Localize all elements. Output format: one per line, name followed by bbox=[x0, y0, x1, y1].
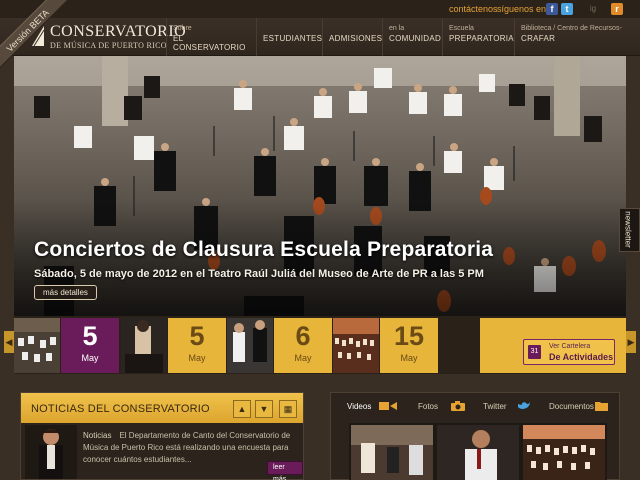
event-day: 5 bbox=[82, 321, 98, 351]
event-thumbnail[interactable] bbox=[14, 318, 60, 373]
nav-pre-label bbox=[263, 25, 322, 34]
event-month: May bbox=[188, 353, 206, 363]
nav-item-conservatorio[interactable]: Sobre EL CONSERVATORIO bbox=[166, 18, 254, 56]
tab-documentos[interactable]: Documentos bbox=[549, 402, 594, 411]
event-day: 6 bbox=[295, 321, 311, 351]
follow-label: síguenos en: bbox=[497, 4, 549, 14]
event-date-card[interactable]: 15 May bbox=[380, 318, 438, 373]
event-day: 15 bbox=[393, 321, 425, 351]
nav-pre-label: Escuela bbox=[449, 25, 474, 32]
news-title: NOTICIAS DEL CONSERVATORIO bbox=[31, 403, 210, 415]
rss-icon[interactable]: r bbox=[611, 3, 623, 15]
newsletter-label: newsletter bbox=[623, 211, 633, 248]
contact-link[interactable]: contáctenos bbox=[449, 4, 498, 14]
video-thumbnail[interactable] bbox=[351, 425, 433, 480]
next-arrow-icon[interactable]: ▶ bbox=[626, 331, 636, 353]
video-thumbnail[interactable] bbox=[523, 425, 605, 480]
nav-item-estudiantes[interactable]: ESTUDIANTES bbox=[256, 18, 322, 56]
event-thumbnail[interactable] bbox=[227, 318, 273, 373]
calendar-icon: 31 bbox=[528, 345, 541, 359]
nav-pre-label: Biblioteca / Centro de Recursos- bbox=[521, 25, 622, 32]
hero-title[interactable]: Conciertos de Clausura Escuela Preparato… bbox=[34, 238, 493, 262]
hero-subtitle: Sábado, 5 de mayo de 2012 en el Teatro R… bbox=[34, 268, 484, 280]
folder-icon bbox=[595, 402, 608, 411]
camera-icon bbox=[451, 401, 465, 411]
event-month: May bbox=[294, 353, 312, 363]
hero-banner[interactable]: Conciertos de Clausura Escuela Preparato… bbox=[14, 56, 626, 316]
read-more-button[interactable]: leer más bbox=[267, 461, 303, 480]
nav-item-admisiones[interactable]: ADMISIONES bbox=[322, 18, 382, 56]
scroll-down-icon[interactable]: ▼ bbox=[255, 400, 273, 418]
calendar-main-label: De Actividades bbox=[549, 352, 614, 362]
event-month: May bbox=[81, 353, 99, 363]
news-thumbnail[interactable] bbox=[25, 425, 77, 479]
logo-subtitle: DE MÚSICA DE PUERTO RICO bbox=[50, 41, 167, 50]
tab-fotos[interactable]: Fotos bbox=[418, 402, 438, 411]
twitter-bird-icon bbox=[518, 402, 530, 409]
nav-pre-label: Sobre bbox=[173, 25, 192, 32]
nav-label: ADMISIONES bbox=[329, 34, 383, 43]
more-details-button[interactable]: más detalles bbox=[34, 285, 97, 300]
nav-label: CRAFAR bbox=[521, 34, 556, 43]
news-header: NOTICIAS DEL CONSERVATORIO ▲ ▼ ▦ bbox=[21, 393, 303, 423]
event-thumbnail[interactable] bbox=[333, 318, 379, 373]
instagram-icon[interactable]: ig bbox=[579, 3, 607, 15]
media-tabs: Videos Fotos Twitter Documentos bbox=[331, 393, 619, 419]
news-category: Noticias bbox=[83, 431, 112, 440]
media-panel: Videos Fotos Twitter Documentos bbox=[330, 392, 620, 480]
nav-label: PREPARATORIA bbox=[449, 34, 514, 43]
news-panel: NOTICIAS DEL CONSERVATORIO ▲ ▼ ▦ Noticia… bbox=[20, 392, 304, 480]
nav-pre-label bbox=[329, 25, 382, 34]
event-day: 5 bbox=[189, 321, 205, 351]
news-summary: El Departamento de Canto del Conservator… bbox=[83, 431, 291, 464]
nav-label: EL CONSERVATORIO bbox=[173, 34, 246, 52]
calendar-panel: 31 Ver Cartelera De Actividades bbox=[480, 318, 626, 373]
nav-label: ESTUDIANTES bbox=[263, 34, 323, 43]
video-gallery bbox=[349, 423, 607, 480]
event-thumbnail[interactable] bbox=[121, 318, 167, 373]
event-date-card[interactable]: 5 May bbox=[168, 318, 226, 373]
nav-item-crafar[interactable]: Biblioteca / Centro de Recursos- CRAFAR bbox=[514, 18, 640, 56]
utility-bar: contáctenos síguenos en: f t ig r bbox=[0, 0, 640, 18]
event-month: May bbox=[400, 353, 418, 363]
nav-label: COMUNIDAD bbox=[389, 34, 442, 43]
nav-item-comunidad[interactable]: en la COMUNIDAD bbox=[382, 18, 442, 56]
tab-videos[interactable]: Videos bbox=[347, 402, 371, 411]
scroll-up-icon[interactable]: ▲ bbox=[233, 400, 251, 418]
facebook-icon[interactable]: f bbox=[546, 3, 558, 15]
video-thumbnail[interactable] bbox=[437, 425, 519, 480]
view-calendar-button[interactable]: 31 Ver Cartelera De Actividades bbox=[523, 339, 615, 365]
prev-arrow-icon[interactable]: ◀ bbox=[4, 331, 14, 353]
calendar-pre-label: Ver Cartelera bbox=[549, 343, 591, 350]
tab-twitter[interactable]: Twitter bbox=[483, 402, 507, 411]
nav-pre-label: en la bbox=[389, 25, 405, 32]
newsletter-tab[interactable]: newsletter bbox=[619, 208, 640, 252]
hd-video-icon bbox=[379, 402, 397, 410]
event-date-card[interactable]: 5 May bbox=[61, 318, 119, 373]
event-date-card[interactable]: 6 May bbox=[274, 318, 332, 373]
nav-item-preparatoria[interactable]: Escuela PREPARATORIA bbox=[442, 18, 514, 56]
grid-view-icon[interactable]: ▦ bbox=[279, 400, 297, 418]
twitter-icon[interactable]: t bbox=[561, 3, 573, 15]
